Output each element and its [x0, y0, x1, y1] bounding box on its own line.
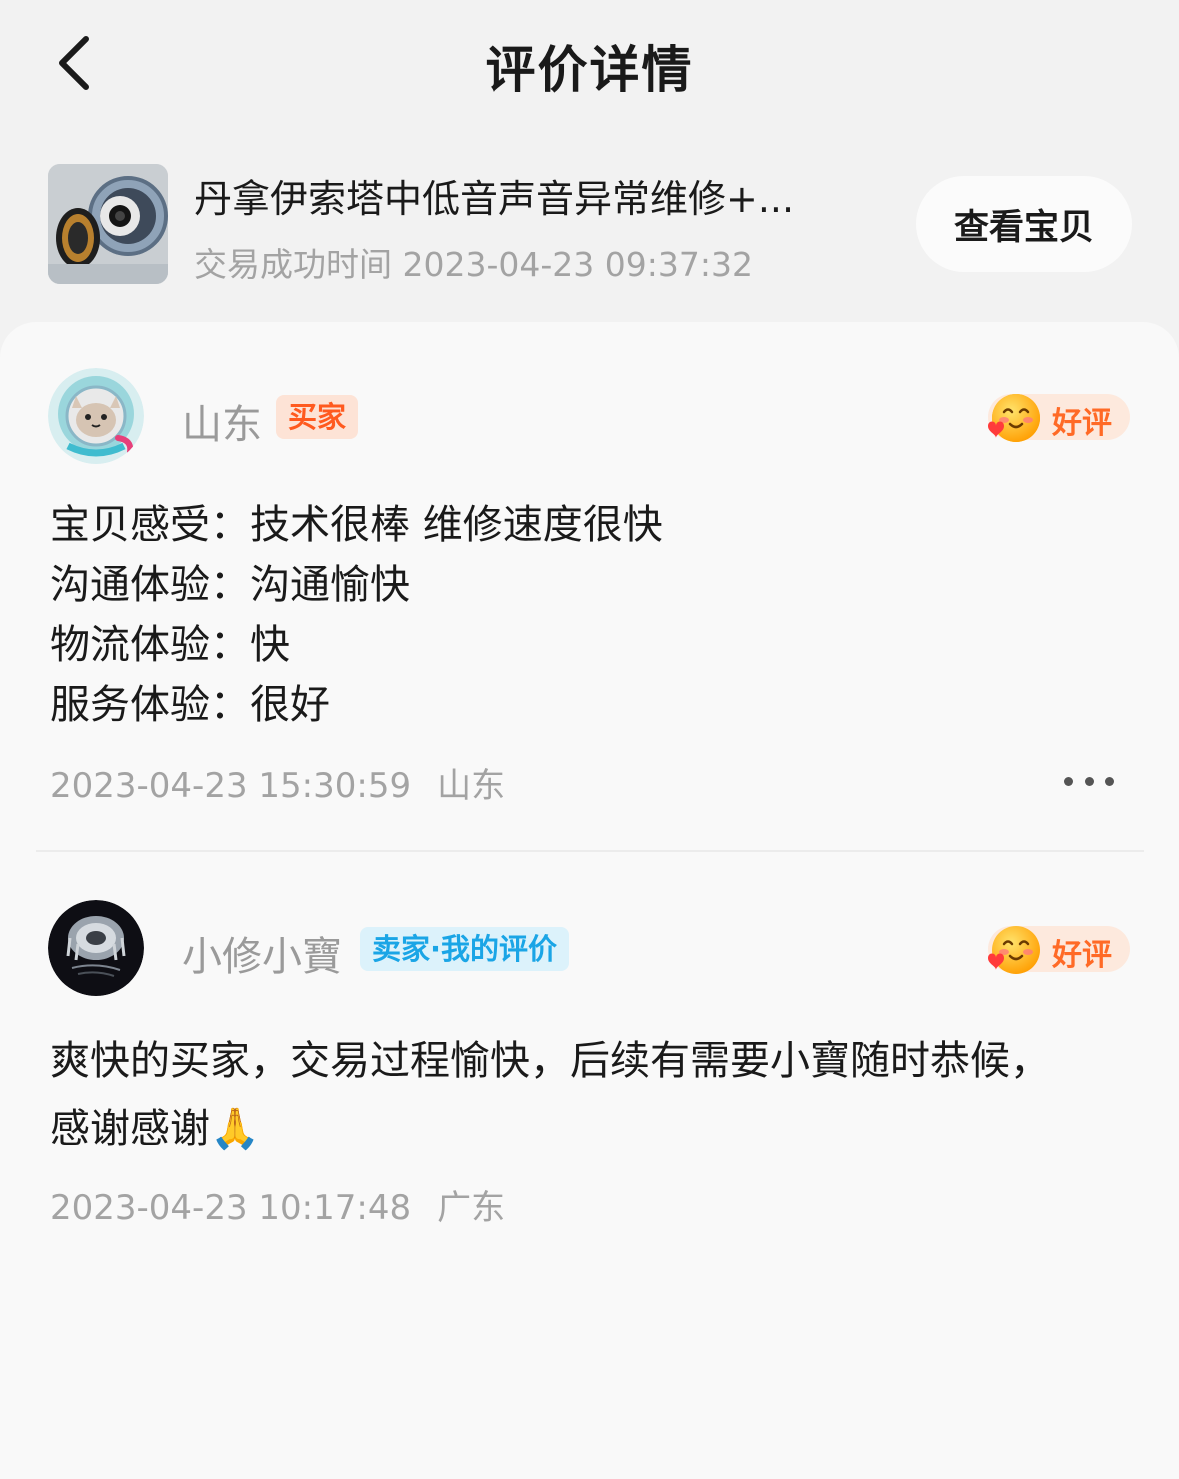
product-thumbnail[interactable]	[48, 164, 168, 284]
product-title[interactable]: 丹拿伊索塔中低音声音异常维修+...	[194, 168, 854, 223]
more-dots-icon	[1105, 776, 1114, 786]
seller-my-review-badge: 卖家·我的评价	[360, 927, 570, 971]
review-text-line: 爽快的买家，交易过程愉快，后续有需要小寶随时恭候，	[50, 1038, 1050, 1084]
rating-badge: 好评	[988, 926, 1130, 974]
smiling-face-emoji-icon	[988, 394, 1040, 442]
user-name[interactable]: 山东	[182, 392, 262, 450]
user-name[interactable]: 小修小寶	[182, 924, 342, 982]
avatar[interactable]	[48, 368, 144, 464]
avatar[interactable]	[48, 900, 144, 996]
review-location: 广东	[437, 1188, 506, 1228]
divider	[36, 850, 1144, 852]
review-text-line: 宝贝感受：技术很棒 维修速度很快	[50, 502, 663, 548]
review-text-line: 物流体验：快	[50, 622, 290, 668]
smiling-face-emoji-icon	[988, 926, 1040, 974]
page-title: 评价详情	[485, 41, 694, 99]
review-location: 山东	[437, 766, 506, 806]
speaker-product-image	[48, 164, 168, 284]
review-meta: 2023-04-23 15:30:59 山东	[50, 758, 505, 807]
buyer-badge: 买家	[276, 395, 359, 439]
more-options-button[interactable]	[1064, 766, 1114, 796]
top-bar: 评价详情	[0, 0, 1179, 130]
product-summary[interactable]: 丹拿伊索塔中低音声音异常维修+... 交易成功时间 2023-04-23 09:…	[48, 164, 1138, 286]
review-meta: 2023-04-23 10:17:48 广东	[50, 1180, 505, 1229]
review-text-line: 沟通体验：沟通愉快	[50, 562, 410, 608]
trade-success-time: 交易成功时间 2023-04-23 09:37:32	[194, 245, 753, 284]
view-item-button[interactable]: 查看宝贝	[916, 176, 1132, 272]
review-timestamp: 2023-04-23 10:17:48	[50, 1188, 412, 1228]
more-dots-icon	[1064, 776, 1073, 786]
rating-badge: 好评	[988, 394, 1130, 442]
review-text-line: 感谢感谢🙏	[50, 1106, 260, 1152]
rating-label: 好评	[1052, 938, 1112, 973]
cat-astronaut-avatar-icon	[48, 368, 144, 464]
seller-avatar-icon	[48, 900, 144, 996]
review-text-line: 服务体验：很好	[50, 682, 330, 728]
rating-label: 好评	[1052, 406, 1112, 441]
review-timestamp: 2023-04-23 15:30:59	[50, 766, 412, 806]
more-dots-icon	[1084, 776, 1094, 786]
